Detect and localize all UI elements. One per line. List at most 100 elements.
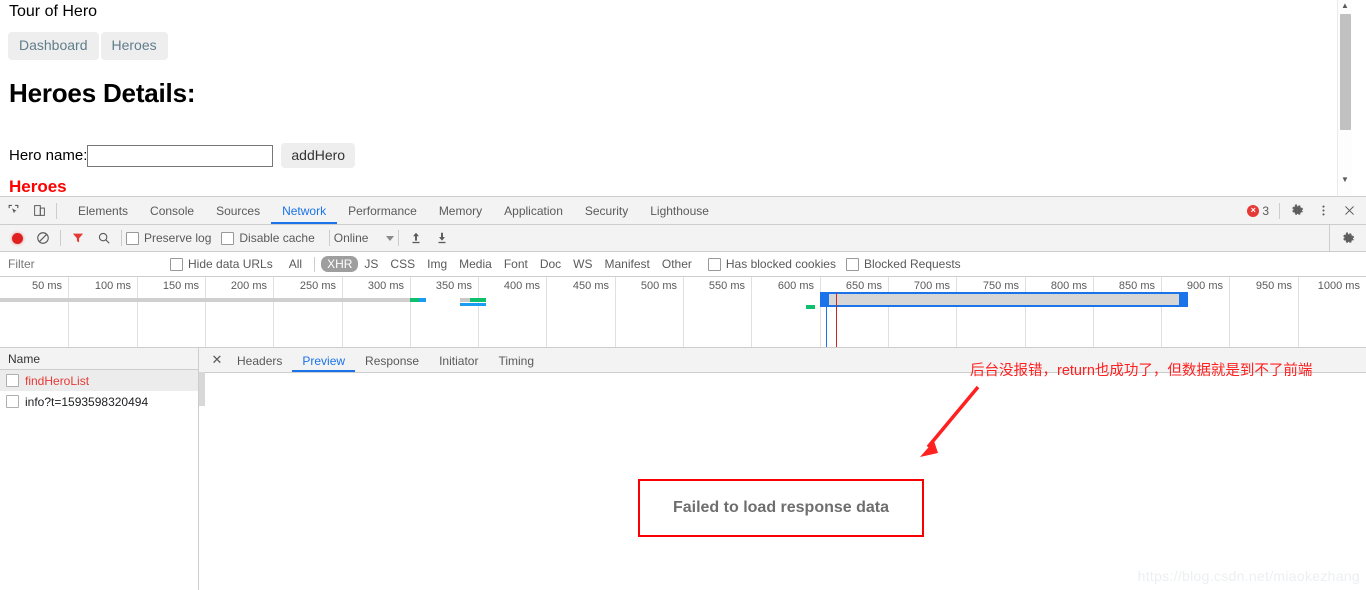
clipped-heroes-text: Heroes <box>9 178 67 192</box>
has-blocked-cookies-label: Has blocked cookies <box>725 257 836 271</box>
toolbar-divider-2 <box>60 230 61 246</box>
timeline-selection-window[interactable] <box>819 292 1189 307</box>
page-navbar: Dashboard Heroes <box>8 32 168 60</box>
network-overview-timeline[interactable]: 50 ms 100 ms 150 ms 200 ms 250 ms 300 ms 350 m… <box>0 277 1366 348</box>
detail-tab-initiator[interactable]: Initiator <box>429 349 488 372</box>
page-title: Tour of Hero <box>9 3 98 20</box>
detail-tab-timing[interactable]: Timing <box>488 349 544 372</box>
add-hero-button[interactable]: addHero <box>281 143 356 168</box>
page-scrollbar[interactable]: ▲ ▼ <box>1337 0 1352 196</box>
filter-type-ws[interactable]: WS <box>567 256 598 272</box>
hero-name-input[interactable] <box>87 144 274 167</box>
has-blocked-cookies-checkbox[interactable]: Has blocked cookies <box>707 257 836 271</box>
timeline-tick-label: 750 ms <box>982 280 1019 292</box>
document-icon <box>6 374 19 387</box>
timeline-tick-label: 550 ms <box>708 280 745 292</box>
tab-application[interactable]: Application <box>493 198 574 224</box>
dom-content-loaded-marker <box>826 293 828 347</box>
scrollbar-thumb[interactable] <box>1340 14 1351 130</box>
request-bar-1 <box>410 298 419 302</box>
hero-name-label: Hero name: <box>9 147 88 164</box>
request-row-findherolist[interactable]: findHeroList <box>0 370 198 391</box>
hide-data-urls-checkbox[interactable]: Hide data URLs <box>170 257 273 271</box>
clear-network-log-button[interactable] <box>30 225 56 251</box>
timeline-tick-label: 400 ms <box>503 280 540 292</box>
tab-lighthouse[interactable]: Lighthouse <box>639 198 720 224</box>
tab-console[interactable]: Console <box>139 198 205 224</box>
filter-divider <box>314 256 316 272</box>
close-devtools-icon[interactable] <box>1336 198 1362 224</box>
filter-type-css[interactable]: CSS <box>384 256 421 272</box>
network-throttling-dropdown[interactable]: Online <box>334 231 395 245</box>
selected-request-bar <box>806 305 815 309</box>
timeline-selection-fill <box>821 294 1187 305</box>
detail-tab-response[interactable]: Response <box>355 349 429 372</box>
filter-input[interactable] <box>0 252 170 276</box>
filter-type-manifest[interactable]: Manifest <box>599 256 656 272</box>
preserve-log-checkbox[interactable]: Preserve log <box>126 231 211 245</box>
resource-type-filters: All XHR JS CSS Img Media Font Doc WS Man… <box>283 256 698 272</box>
detail-tab-headers[interactable]: Headers <box>227 349 292 372</box>
filter-type-xhr[interactable]: XHR <box>321 256 359 272</box>
checkbox-box <box>126 231 139 245</box>
request-list-header: Name <box>0 348 198 370</box>
export-har-icon[interactable] <box>429 225 455 251</box>
filter-type-media[interactable]: Media <box>453 256 498 272</box>
tab-performance[interactable]: Performance <box>337 198 428 224</box>
timeline-tick-label: 50 ms <box>32 280 62 292</box>
record-button[interactable] <box>4 225 30 251</box>
screen: Tour of Hero Dashboard Heroes Heroes Det… <box>0 0 1366 590</box>
filter-type-doc[interactable]: Doc <box>534 256 567 272</box>
filter-type-js[interactable]: JS <box>358 256 384 272</box>
scroll-down-arrow-icon[interactable]: ▼ <box>1338 174 1352 186</box>
load-event-marker <box>835 293 837 347</box>
record-icon <box>11 232 23 244</box>
toolbar-divider <box>56 202 57 219</box>
network-toolbar: Preserve log Disable cache Online <box>0 225 1366 252</box>
selection-right-handle[interactable] <box>1179 294 1189 305</box>
checkbox-box <box>845 257 859 271</box>
detail-tab-preview[interactable]: Preview <box>292 349 356 372</box>
scroll-up-arrow-icon[interactable]: ▲ <box>1338 0 1352 12</box>
timeline-ticks: 50 ms 100 ms 150 ms 200 ms 250 ms 300 ms 350 m… <box>0 277 1366 347</box>
nav-link-heroes[interactable]: Heroes <box>100 32 168 60</box>
blocked-requests-checkbox[interactable]: Blocked Requests <box>845 257 961 271</box>
import-har-icon[interactable] <box>403 225 429 251</box>
tab-elements[interactable]: Elements <box>67 198 139 224</box>
devtools-tabbar: Elements Console Sources Network Perform… <box>0 197 1366 225</box>
preserve-log-label: Preserve log <box>144 231 212 245</box>
inspect-element-icon[interactable] <box>0 198 26 224</box>
timeline-tick-label: 600 ms <box>777 280 814 292</box>
settings-gear-icon[interactable] <box>1284 198 1310 224</box>
request-bar-2 <box>419 298 426 302</box>
hide-data-urls-label: Hide data URLs <box>188 257 273 271</box>
close-detail-icon[interactable]: ✕ <box>207 350 227 370</box>
tab-security[interactable]: Security <box>574 198 639 224</box>
tab-network[interactable]: Network <box>271 198 338 224</box>
filter-type-other[interactable]: Other <box>656 256 698 272</box>
annotation-text: 后台没报错，return也成功了，但数据就是到不了前端 <box>970 363 1313 379</box>
nav-link-dashboard[interactable]: Dashboard <box>8 32 99 60</box>
toggle-device-toolbar-icon[interactable] <box>26 198 52 224</box>
throttling-value: Online <box>333 231 369 245</box>
document-icon <box>6 395 19 408</box>
request-row-info[interactable]: info?t=1593598320494 <box>0 391 198 412</box>
filter-type-img[interactable]: Img <box>421 256 453 272</box>
more-options-kebab-icon[interactable] <box>1310 198 1336 224</box>
checkbox-box <box>707 257 721 271</box>
timeline-tick-label: 350 ms <box>435 280 472 292</box>
error-count-badge[interactable]: × 3 <box>1247 204 1275 218</box>
tab-sources[interactable]: Sources <box>205 198 271 224</box>
tab-memory[interactable]: Memory <box>428 198 493 224</box>
disable-cache-checkbox[interactable]: Disable cache <box>221 231 315 245</box>
toolbar-divider-5 <box>398 230 400 246</box>
search-icon[interactable] <box>91 225 117 251</box>
panel-scrollbar-thumb[interactable] <box>199 372 205 406</box>
filter-type-all[interactable]: All <box>283 256 308 272</box>
network-filter-bar: Hide data URLs All XHR JS CSS Img Media … <box>0 252 1366 277</box>
filter-funnel-icon[interactable] <box>65 225 91 251</box>
hero-form: Hero name: addHero <box>9 143 356 168</box>
filter-type-font[interactable]: Font <box>498 256 534 272</box>
devtools-panel: Elements Console Sources Network Perform… <box>0 196 1366 590</box>
network-settings-gear-icon[interactable] <box>1335 225 1361 251</box>
